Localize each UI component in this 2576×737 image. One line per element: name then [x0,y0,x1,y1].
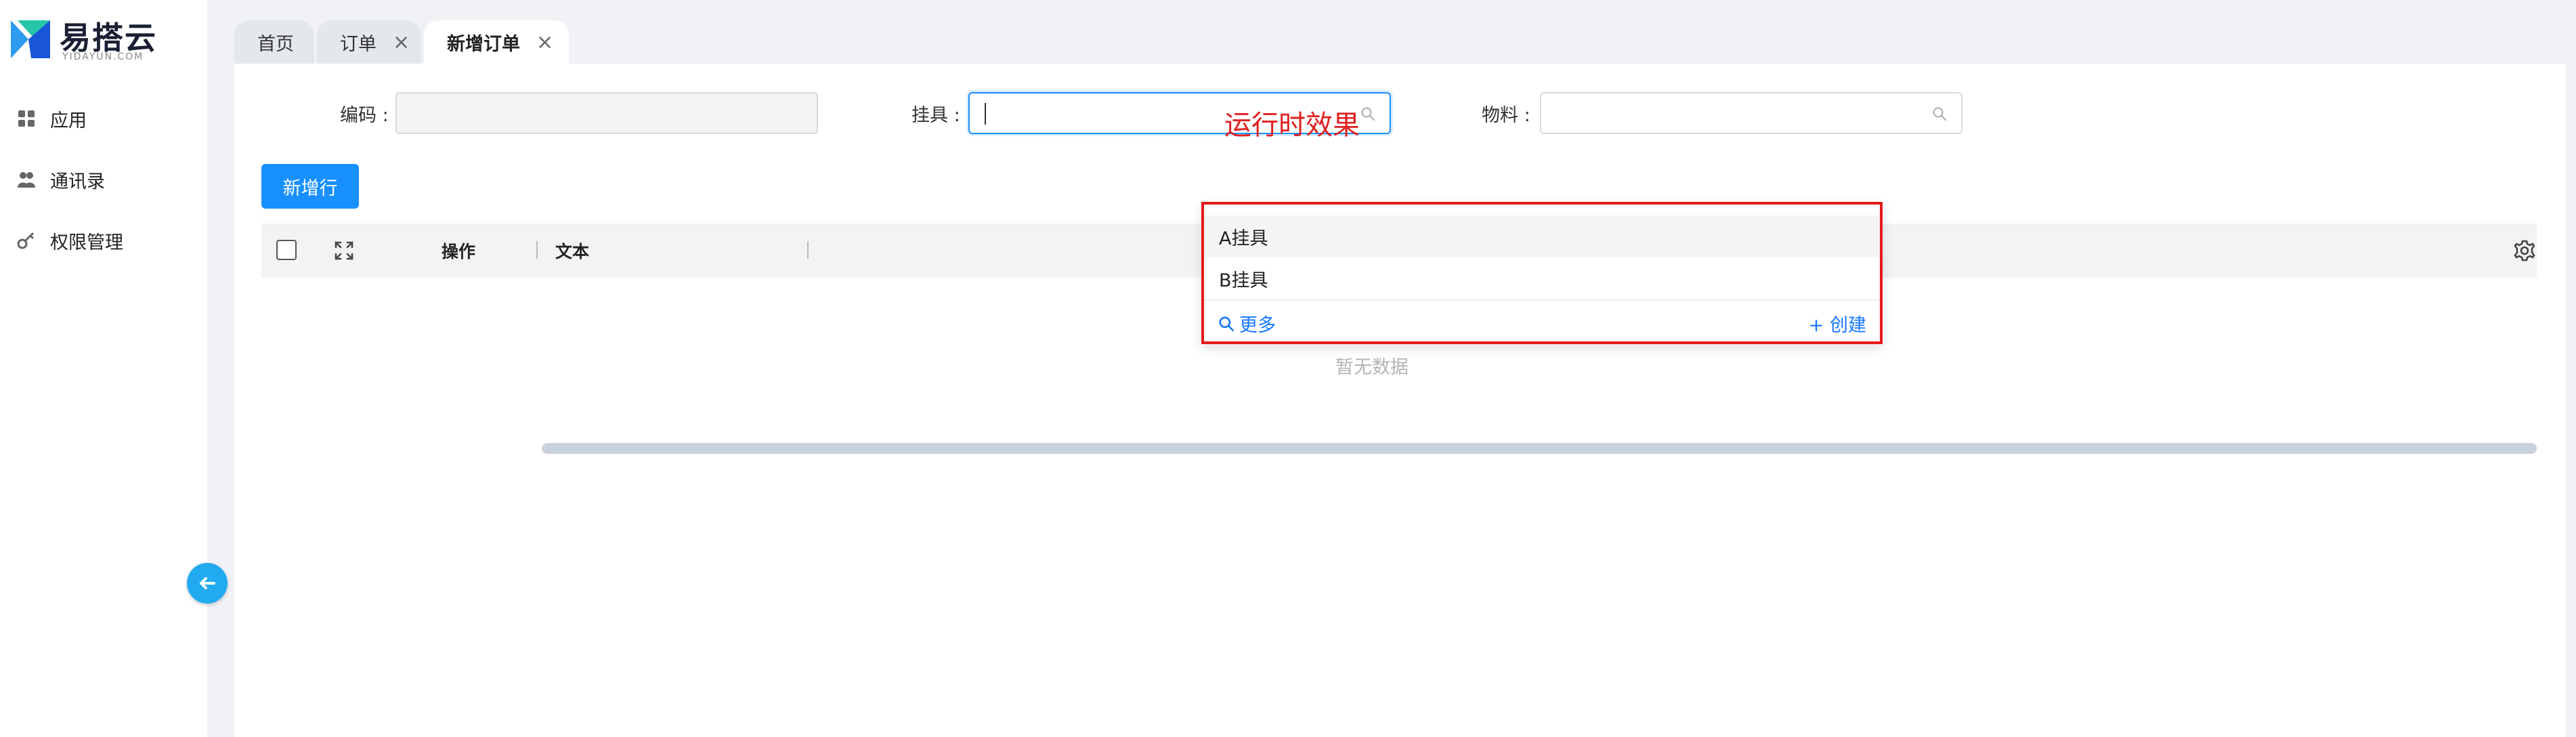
collapse-sidebar-button[interactable] [187,563,228,604]
column-header-text: 文本 [555,242,590,261]
select-all-checkbox[interactable] [276,240,297,260]
main-panel: 编码 : 挂具 : 物料 : 新增行 操作 文本 暂无数据 运行时效果 A挂具 … [234,64,2565,737]
sidebar-item-label: 通讯录 [50,171,105,192]
close-icon[interactable]: × [536,30,553,54]
text-caret [985,103,986,125]
fixture-label: 挂具 : [911,105,960,126]
key-icon [16,230,37,251]
material-input[interactable] [1541,93,1961,133]
sidebar-item-apps[interactable]: 应用 [0,88,207,149]
tab-home[interactable]: 首页 [234,20,314,64]
tab-label: 首页 [257,33,294,55]
tab-orders[interactable]: 订单 × [317,20,421,64]
material-label: 物料 : [1482,105,1530,126]
column-header-actions: 操作 [442,242,476,261]
add-row-button[interactable]: 新增行 [261,164,359,209]
tab-new-order[interactable]: 新增订单 × [424,20,569,64]
sidebar-item-label: 应用 [50,110,87,131]
code-field[interactable] [395,92,818,134]
contacts-icon [16,169,37,190]
sidebar-item-permissions[interactable]: 权限管理 [0,210,207,271]
column-resize-handle[interactable] [807,241,809,259]
dropdown-option-a[interactable]: A挂具 [1204,215,1880,257]
empty-text: 暂无数据 [1335,357,1409,378]
column-resize-handle[interactable] [536,241,538,259]
dropdown-footer: 更多 + 创建 [1204,299,1880,341]
tab-label: 新增订单 [447,33,520,55]
search-icon[interactable] [1931,106,1948,122]
sidebar-item-label: 权限管理 [50,232,123,253]
create-link[interactable]: + 创建 [1809,310,1866,337]
more-link[interactable]: 更多 [1218,310,1276,337]
search-icon [1219,316,1235,331]
logo-mark-icon [11,20,50,58]
fullscreen-icon[interactable] [335,241,353,260]
tab-label: 订单 [340,33,377,55]
arrow-left-icon [200,577,215,589]
dropdown-option-b[interactable]: B挂具 [1204,257,1880,299]
sidebar-nav: 应用 通讯录 权限管理 [0,88,207,271]
brand-subtitle: YIDAYUN.COM [62,51,144,62]
code-input[interactable] [397,93,817,133]
gear-icon[interactable] [2512,238,2537,263]
horizontal-scrollbar[interactable] [542,443,2537,454]
sidebar: 易搭云 YIDAYUN.COM 应用 通讯录 权限管理 [0,0,207,737]
sidebar-item-contacts[interactable]: 通讯录 [0,149,207,210]
apps-icon [16,108,37,129]
logo: 易搭云 YIDAYUN.COM [8,9,171,64]
code-label: 编码 : [340,105,389,126]
material-field[interactable] [1540,92,1962,134]
runtime-effect-note: 运行时效果 [1224,110,1360,141]
fixture-dropdown: A挂具 B挂具 更多 + 创建 [1201,202,1883,344]
search-icon[interactable] [1360,106,1376,122]
close-icon[interactable]: × [393,30,410,54]
more-label: 更多 [1239,315,1276,336]
